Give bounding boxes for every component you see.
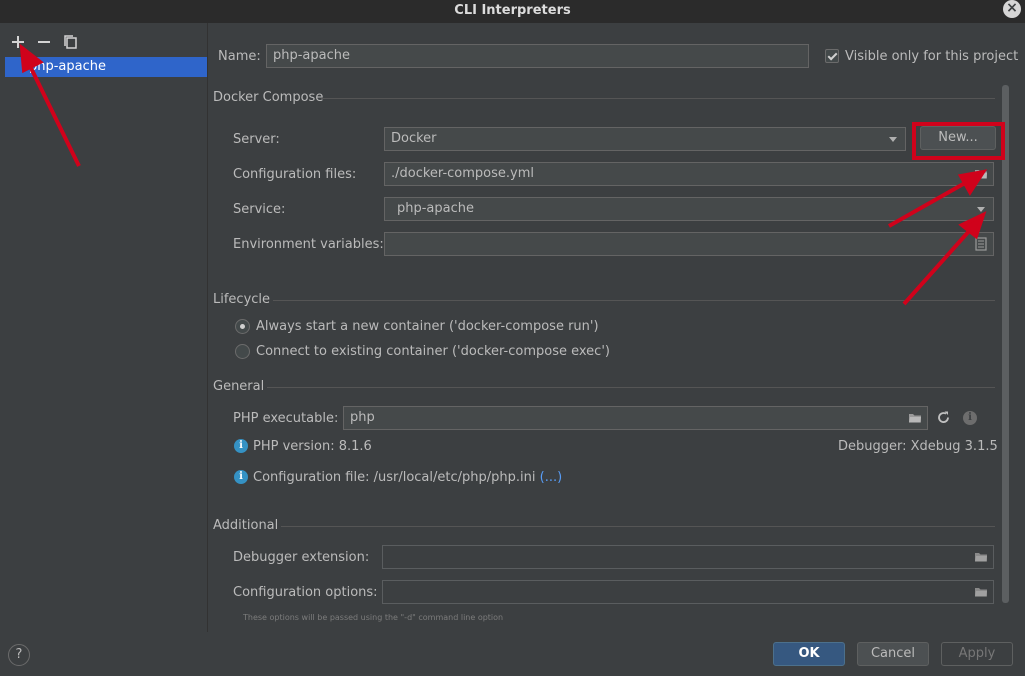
debugger-text: Debugger: Xdebug 3.1.5 (838, 439, 998, 454)
visible-only-label: Visible only for this project (845, 49, 1019, 64)
window-title: CLI Interpreters (454, 3, 571, 18)
folder-icon[interactable] (974, 550, 988, 564)
config-files-input[interactable]: ./docker-compose.yml (384, 162, 994, 186)
config-files-label: Configuration files: (233, 167, 357, 182)
name-label: Name: (218, 49, 261, 64)
chevron-down-icon (977, 207, 985, 212)
server-value: Docker (391, 131, 437, 146)
ok-button[interactable]: OK (773, 642, 845, 666)
close-icon[interactable]: × (1003, 0, 1021, 18)
vertical-scrollbar[interactable] (1002, 85, 1009, 603)
title-bar: CLI Interpreters × (0, 0, 1025, 23)
service-select[interactable]: php-apache (384, 197, 994, 221)
config-options-input[interactable] (382, 580, 994, 604)
document-icon[interactable] (974, 237, 988, 251)
folder-icon[interactable] (908, 411, 922, 425)
lifecycle-section-title: Lifecycle (213, 292, 271, 307)
server-select[interactable]: Docker (384, 127, 906, 151)
general-section-title: General (213, 379, 265, 394)
config-file-text: Configuration file: /usr/local/etc/php/p… (253, 470, 562, 485)
config-options-label: Configuration options: (233, 585, 378, 600)
section-divider (267, 387, 995, 388)
apply-button[interactable]: Apply (941, 642, 1013, 666)
refresh-icon[interactable] (936, 410, 951, 425)
interpreter-list-panel: php-apache (0, 23, 208, 632)
name-input[interactable]: php-apache (266, 44, 809, 68)
docker-compose-section-title: Docker Compose (213, 90, 324, 105)
service-label: Service: (233, 202, 286, 217)
folder-icon[interactable] (974, 167, 988, 181)
help-icon[interactable]: ? (8, 644, 30, 666)
copy-icon[interactable] (62, 34, 78, 50)
config-options-hint: These options will be passed using the "… (243, 613, 504, 622)
left-toolbar (10, 34, 78, 50)
info-icon: i (234, 470, 248, 484)
annotation-highlight-box (912, 122, 1005, 160)
env-vars-input[interactable] (384, 232, 994, 256)
config-files-value: ./docker-compose.yml (391, 166, 534, 181)
cancel-button[interactable]: Cancel (857, 642, 929, 666)
lifecycle-run-label: Always start a new container ('docker-co… (256, 319, 599, 334)
php-executable-value: php (350, 410, 375, 425)
server-label: Server: (233, 132, 280, 147)
php-version-text: PHP version: 8.1.6 (253, 439, 372, 454)
section-divider (281, 526, 995, 527)
debugger-extension-input[interactable] (382, 545, 994, 569)
env-vars-label: Environment variables: (233, 237, 384, 252)
php-executable-label: PHP executable: (233, 411, 339, 426)
dialog-footer: ? OK Cancel Apply (0, 632, 1025, 676)
info-icon: i (234, 439, 248, 453)
folder-icon[interactable] (974, 585, 988, 599)
config-file-path: Configuration file: /usr/local/etc/php/p… (253, 470, 536, 485)
additional-section-title: Additional (213, 518, 279, 533)
lifecycle-run-radio[interactable] (235, 319, 250, 334)
php-executable-input[interactable]: php (343, 406, 928, 430)
add-icon[interactable] (10, 34, 26, 50)
section-divider (321, 98, 995, 99)
lifecycle-exec-label: Connect to existing container ('docker-c… (256, 344, 610, 359)
remove-icon[interactable] (36, 34, 52, 50)
debugger-extension-label: Debugger extension: (233, 550, 370, 565)
lifecycle-exec-radio[interactable] (235, 344, 250, 359)
visible-only-checkbox[interactable] (825, 49, 839, 63)
chevron-down-icon (889, 137, 897, 142)
service-value: php-apache (397, 201, 475, 216)
list-item[interactable]: php-apache (5, 57, 207, 77)
interpreter-settings-panel: Name: php-apache Visible only for this p… (209, 23, 1025, 632)
info-icon[interactable]: i (963, 411, 977, 425)
config-file-link[interactable]: (...) (540, 470, 563, 485)
section-divider (273, 300, 995, 301)
